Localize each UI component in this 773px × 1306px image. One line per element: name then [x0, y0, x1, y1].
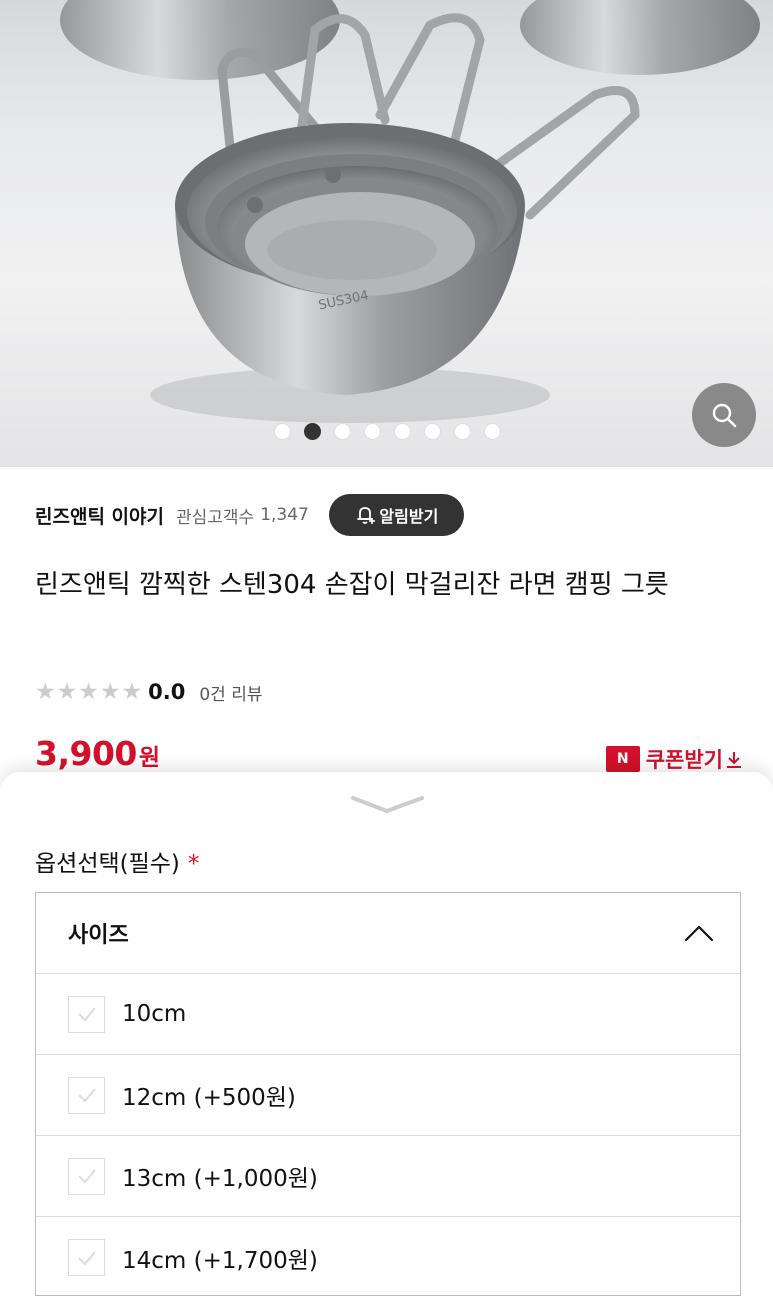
star-icon: ★ [56, 678, 78, 705]
checkbox[interactable] [68, 1076, 105, 1114]
product-image[interactable]: SUS304 [0, 0, 773, 467]
carousel-dot-active[interactable] [304, 423, 321, 440]
star-icon: ★ [78, 678, 99, 705]
option-item[interactable]: 13cm (+1,000원) [36, 1136, 740, 1217]
option-label-text: 옵션선택(필수) [35, 851, 180, 877]
carousel-dot[interactable] [484, 423, 501, 440]
carousel-dot[interactable] [274, 423, 291, 440]
carousel-dot[interactable] [424, 423, 441, 440]
select-name: 사이즈 [68, 923, 129, 948]
product-title: 린즈앤틱 깜찍한 스텐304 손잡이 막걸리잔 라면 캠핑 그릇 [35, 570, 669, 600]
download-arrow-icon [727, 752, 741, 768]
check-icon [77, 1088, 96, 1103]
coupon-button[interactable]: N 쿠폰받기 [605, 744, 743, 774]
carousel-dot[interactable] [394, 423, 411, 440]
option-item[interactable]: 10cm [36, 974, 740, 1055]
fans-count: 1,347 [260, 505, 309, 525]
checkbox[interactable] [68, 995, 105, 1033]
option-label: 10cm [122, 1001, 187, 1027]
select-header[interactable]: 사이즈 [36, 893, 740, 974]
option-label: 13cm (+1,000원) [122, 1166, 318, 1192]
product-photo: SUS304 [60, 0, 760, 423]
notify-button[interactable]: 알림받기 [328, 494, 464, 536]
required-mark: * [187, 851, 200, 877]
option-label: 14cm (+1,700원) [122, 1247, 318, 1274]
option-item[interactable]: 12cm (+500원) [36, 1055, 740, 1136]
rating-score: 0.0 [148, 680, 186, 704]
review-count[interactable]: 0건 리뷰 [199, 680, 262, 705]
check-icon [77, 1169, 96, 1184]
fans-label: 관심고객수 [175, 507, 255, 528]
rating-row[interactable]: ★ ★ ★ ★ ★ 0.0 0건 리뷰 [35, 678, 262, 706]
option-bottom-sheet: 옵션선택(필수) * 사이즈 10cm 12cm (+500원) 13cm (+1… [0, 772, 773, 1306]
notify-label: 알림받기 [379, 507, 439, 526]
carousel-dot[interactable] [454, 423, 471, 440]
checkbox[interactable] [68, 1157, 105, 1195]
carousel-dot[interactable] [364, 423, 381, 440]
star-icon: ★ [121, 678, 143, 705]
option-label: 12cm (+500원) [122, 1085, 296, 1111]
chevron-down-icon[interactable] [350, 794, 425, 816]
magnifier-icon [712, 403, 737, 428]
rating-stars: ★ ★ ★ ★ ★ [35, 678, 143, 705]
zoom-button[interactable] [692, 383, 756, 447]
option-item[interactable]: 14cm (+1,700원) [36, 1217, 740, 1298]
price-value: 3,900 [35, 734, 137, 773]
star-icon: ★ [99, 678, 121, 705]
star-icon: ★ [35, 678, 56, 705]
check-icon [77, 1007, 96, 1022]
coupon-label: 쿠폰받기 [645, 748, 723, 772]
check-icon [77, 1250, 96, 1265]
naver-badge-icon: N [605, 746, 640, 772]
store-row: 린즈앤틱 이야기 관심고객수 1,347 알림받기 [35, 494, 464, 536]
carousel-dot[interactable] [334, 423, 351, 440]
size-select: 사이즈 10cm 12cm (+500원) 13cm (+1,000원) 14c… [35, 892, 741, 1296]
carousel-indicator [274, 423, 501, 440]
option-section-label: 옵션선택(필수) * [35, 844, 199, 878]
store-name[interactable]: 린즈앤틱 이야기 [35, 502, 164, 529]
chevron-up-icon [684, 925, 714, 942]
bell-plus-icon [357, 507, 376, 524]
checkbox[interactable] [68, 1239, 105, 1276]
price-unit: 원 [138, 745, 161, 771]
